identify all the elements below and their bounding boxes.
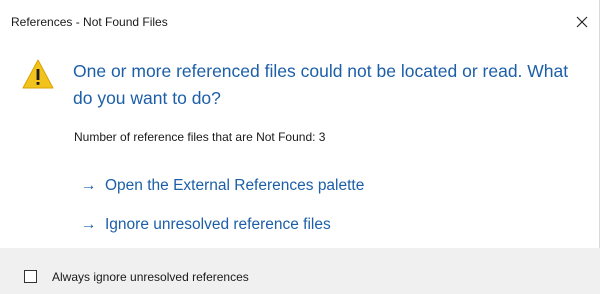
close-button[interactable] — [568, 9, 596, 35]
ignore-unresolved-link[interactable]: → Ignore unresolved reference files — [70, 209, 500, 241]
command-link-label: Ignore unresolved reference files — [105, 216, 331, 233]
window-title: References - Not Found Files — [11, 15, 168, 29]
dialog-footer: Always ignore unresolved references — [0, 248, 600, 294]
arrow-right-icon: → — [81, 177, 97, 194]
close-icon — [576, 16, 588, 28]
command-link-label: Open the External References palette — [105, 177, 365, 194]
open-external-references-link[interactable]: → Open the External References palette — [70, 170, 500, 202]
main-instruction: One or more referenced files could not b… — [73, 61, 569, 108]
warning-icon — [22, 59, 54, 89]
title-bar: References - Not Found Files — [0, 0, 600, 40]
arrow-right-icon: → — [81, 216, 97, 233]
references-not-found-dialog: References - Not Found Files One or more… — [0, 0, 600, 294]
not-found-count-text: Number of reference files that are Not F… — [74, 130, 326, 144]
always-ignore-checkbox[interactable] — [24, 270, 37, 283]
always-ignore-checkbox-label[interactable]: Always ignore unresolved references — [52, 270, 249, 284]
